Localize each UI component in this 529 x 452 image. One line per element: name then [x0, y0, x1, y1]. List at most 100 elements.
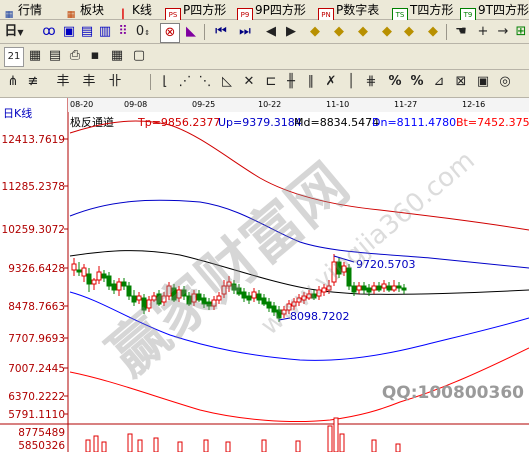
cross-lines-icon[interactable]: ✕	[240, 73, 258, 91]
fan-icon[interactable]: ⋱	[196, 73, 214, 91]
candle-body	[131, 295, 137, 303]
crosshair-icon[interactable]: +	[474, 23, 492, 41]
diamond-up-icon[interactable]: ◆	[354, 23, 372, 41]
zoom-icon[interactable]: ⊞	[512, 23, 529, 41]
toolbar-tools: 21 ▦ ▤ ⎙ ▪ ▦ ▢	[0, 44, 529, 70]
hash-icon[interactable]: ⋕	[362, 73, 380, 91]
menu-item-label: 行情	[18, 3, 43, 17]
vertical-line-icon[interactable]: │	[342, 73, 360, 91]
kline-chart[interactable]: 08-20 09-08 09-25 10-22 11-10 11-27 12-16日K线极反…	[0, 98, 529, 452]
arrow-left-icon[interactable]: ◀	[262, 23, 280, 41]
last-page-icon[interactable]: ⏭	[236, 23, 254, 41]
double-bar-icon[interactable]: ∥	[302, 73, 320, 91]
candle-body	[401, 287, 407, 291]
screen-icon[interactable]: ▣	[60, 23, 78, 41]
volume-bar	[261, 439, 267, 452]
candle-body	[116, 281, 122, 291]
candle-body	[101, 273, 107, 279]
kline-chart-area[interactable]: 08-20 09-08 09-25 10-22 11-10 11-27 12-16 日K线 极反…	[0, 98, 529, 452]
save-icon[interactable]: ▪	[86, 47, 104, 65]
menu-item-1[interactable]: ▦ 板块	[64, 2, 105, 20]
date-label: 10-22	[258, 100, 281, 109]
gann-icon[interactable]: ⊠	[452, 73, 470, 91]
diamond-right-icon[interactable]: ◆	[330, 23, 348, 41]
price-label: 8478.7663	[8, 301, 65, 313]
triangle-icon[interactable]: ◺	[218, 73, 236, 91]
indicator-bt: Bt=7452.3755	[456, 116, 529, 129]
bracket-icon[interactable]: ⌊	[156, 73, 174, 91]
date-label: 09-08	[124, 100, 147, 109]
percent-alt-label: %	[410, 74, 424, 89]
circle-icon[interactable]: ◎	[496, 73, 514, 91]
box-icon[interactable]: ▣	[474, 73, 492, 91]
candle-body	[366, 287, 372, 293]
diamond-left-icon[interactable]: ◆	[306, 23, 324, 41]
menu-item-7[interactable]: T9 9T四方形	[460, 2, 529, 22]
price-label: 7007.2445	[8, 363, 65, 375]
candlestick-icon[interactable]: ⠿	[114, 23, 132, 41]
arrow-right-icon[interactable]: ▶	[282, 23, 300, 41]
layout-icon[interactable]: ▦	[108, 47, 126, 65]
zero-selector[interactable]: 0⇕	[134, 23, 152, 41]
percent-button[interactable]: %	[386, 73, 404, 91]
extreme-channel-icon[interactable]: ⊗	[160, 23, 180, 43]
print-icon[interactable]: ⎙	[66, 47, 84, 65]
speed-lines-icon[interactable]: ⋰	[176, 73, 194, 91]
volume-bar	[93, 435, 99, 452]
parallel-icon[interactable]: ╫	[282, 73, 300, 91]
flag-icon[interactable]: ◣	[182, 23, 200, 41]
menu-item-5[interactable]: PN P数字表	[318, 2, 379, 22]
table-icon[interactable]: ▤	[46, 47, 64, 65]
candle-body	[71, 263, 77, 271]
fork-icon[interactable]: 卝	[106, 73, 124, 91]
price-label: 6370.2222	[8, 391, 65, 403]
lines-icon[interactable]: ≢	[24, 73, 42, 91]
volume-label: 5850326	[18, 440, 65, 452]
volume-bar	[339, 433, 345, 452]
menu-item-4[interactable]: P9 9P四方形	[237, 2, 306, 22]
candle-body	[361, 285, 367, 291]
period-selector[interactable]: 日▼	[2, 23, 26, 41]
candle-body	[106, 275, 112, 287]
candle-body	[96, 271, 102, 281]
period-label: 日	[4, 24, 18, 39]
grid-icon[interactable]: ▦	[26, 47, 44, 65]
menu-item-3[interactable]: PS P四方形	[165, 2, 226, 22]
fan-grid-icon[interactable]: 丰	[80, 73, 98, 91]
date-label: 09-25	[192, 100, 215, 109]
cross-icon[interactable]: ✗	[322, 73, 340, 91]
toolbar-navigation: 日▼ ꝏ ▣ ▤ ▥ ⠿ 0⇕ ⊗ ◣ ⏮ ⏭ ◀ ▶ ◆ ◆ ◆ ◆ ◆ ◆ …	[0, 20, 529, 44]
chart-title: 日K线	[3, 106, 32, 120]
volume-bar	[203, 439, 209, 452]
percent-alt-button[interactable]: %	[408, 73, 426, 91]
menu-item-2[interactable]: ┃ K线	[116, 2, 152, 20]
calendar-button[interactable]: 21	[4, 47, 24, 67]
candle-body	[91, 279, 97, 285]
diamond-shrink-icon[interactable]: ◆	[424, 23, 442, 41]
document-icon[interactable]: ▤	[78, 23, 96, 41]
candle-body	[386, 285, 392, 291]
frame-icon[interactable]: ▢	[130, 47, 148, 65]
grid-lines-icon[interactable]: 丰	[54, 73, 72, 91]
menu-item-6[interactable]: TS T四方形	[392, 2, 453, 22]
hand-icon[interactable]: ☚	[452, 23, 470, 41]
candle-body	[126, 285, 132, 297]
menu-item-0[interactable]: ▦ 行情	[2, 2, 43, 20]
zero-label: 0	[135, 24, 145, 39]
candle-body	[261, 297, 267, 305]
chart-icon[interactable]: ▥	[96, 23, 114, 41]
first-page-icon[interactable]: ⏮	[212, 23, 230, 41]
diamond-down-icon[interactable]: ◆	[378, 23, 396, 41]
step-icon[interactable]: ⊏	[262, 73, 280, 91]
diamond-expand-icon[interactable]: ◆	[400, 23, 418, 41]
ruler-icon[interactable]: ⊿	[430, 73, 448, 91]
menu-item-label: 板块	[80, 3, 105, 17]
menu-item-label: K线	[132, 3, 152, 17]
menu-item-label: 9P四方形	[255, 3, 306, 17]
loop-icon[interactable]: ꝏ	[40, 23, 58, 41]
arrow-right-small-icon[interactable]: →	[494, 23, 512, 41]
menu-bar: ▦ 行情 ▦ 板块 ┃ K线 PS P四方形 P9 9P四方形 PN P数字表 TS T四方形 T9 9T四方…	[0, 0, 529, 22]
date-label: 08-20	[70, 100, 93, 109]
date-label: 11-27	[394, 100, 417, 109]
pitchfork-icon[interactable]: ⋔	[4, 73, 22, 91]
